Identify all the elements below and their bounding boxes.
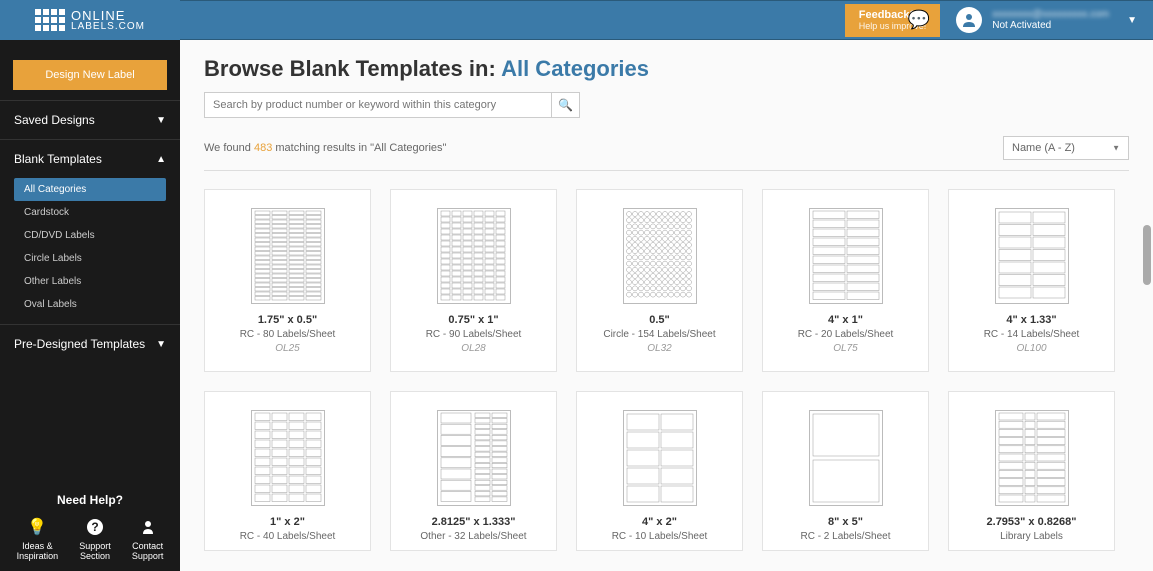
template-title: 4" x 1"	[773, 314, 918, 326]
sidebar-section-saved-designs[interactable]: Saved Designs ▼	[0, 101, 180, 139]
sidebar-section-label: Saved Designs	[14, 113, 95, 127]
svg-text:?: ?	[91, 520, 98, 534]
template-sub: Other - 32 Labels/Sheet	[401, 531, 546, 542]
design-new-label-button[interactable]: Design New Label	[13, 60, 167, 90]
template-sub: RC - 90 Labels/Sheet	[401, 329, 546, 340]
chevron-down-icon: ▼	[1112, 144, 1120, 153]
sidebar-section-predesigned[interactable]: Pre-Designed Templates ▼	[0, 325, 180, 363]
template-thumb	[587, 208, 732, 304]
content: Browse Blank Templates in: All Categorie…	[180, 40, 1153, 571]
sidebar-item-other[interactable]: Other Labels	[14, 270, 166, 293]
template-code: OL28	[401, 343, 546, 354]
template-thumb	[587, 410, 732, 506]
logo[interactable]: ONLINE LABELS.COM	[0, 0, 180, 40]
template-thumb	[959, 208, 1104, 304]
sidebar: Design New Label Saved Designs ▼ Blank T…	[0, 40, 180, 571]
template-code: OL100	[959, 343, 1104, 354]
feedback-button[interactable]: Feedback? Help us improve! 💬	[845, 4, 941, 37]
help-contact[interactable]: ContactSupport	[132, 517, 164, 561]
user-info: xxxxxxxx@xxxxxxxxx.com Not Activated	[992, 9, 1109, 31]
chevron-down-icon: ▼	[156, 339, 166, 350]
template-card[interactable]: 4" x 1.33" RC - 14 Labels/Sheet OL100	[948, 189, 1115, 372]
avatar-icon	[956, 7, 982, 33]
results-text: We found 483 matching results in "All Ca…	[204, 142, 446, 154]
template-sub: RC - 40 Labels/Sheet	[215, 531, 360, 542]
chevron-down-icon: ▼	[156, 115, 166, 126]
template-title: 8" x 5"	[773, 516, 918, 528]
sidebar-item-oval[interactable]: Oval Labels	[14, 293, 166, 316]
chevron-down-icon: ▼	[1127, 15, 1137, 26]
sidebar-section-label: Blank Templates	[14, 152, 102, 166]
template-sub: RC - 14 Labels/Sheet	[959, 329, 1104, 340]
template-card[interactable]: 2.8125" x 1.333" Other - 32 Labels/Sheet	[390, 391, 557, 551]
template-title: 2.7953" x 0.8268"	[959, 516, 1104, 528]
template-title: 0.5"	[587, 314, 732, 326]
template-title: 4" x 2"	[587, 516, 732, 528]
sort-value: Name (A - Z)	[1012, 142, 1075, 154]
template-sub: Library Labels	[959, 531, 1104, 542]
template-sub: RC - 20 Labels/Sheet	[773, 329, 918, 340]
search-button[interactable]: 🔍	[551, 93, 579, 117]
template-card[interactable]: 0.75" x 1" RC - 90 Labels/Sheet OL28	[390, 189, 557, 372]
help-ideas[interactable]: 💡 Ideas &Inspiration	[17, 517, 59, 561]
template-code: OL25	[215, 343, 360, 354]
logo-text: ONLINE LABELS.COM	[71, 9, 145, 32]
template-thumb	[215, 410, 360, 506]
template-card[interactable]: 4" x 1" RC - 20 Labels/Sheet OL75	[762, 189, 929, 372]
template-card[interactable]: 0.5" Circle - 154 Labels/Sheet OL32	[576, 189, 743, 372]
search-icon: 🔍	[558, 98, 573, 112]
template-title: 1.75" x 0.5"	[215, 314, 360, 326]
template-sub: RC - 80 Labels/Sheet	[215, 329, 360, 340]
scrollbar[interactable]	[1143, 225, 1151, 285]
template-sub: Circle - 154 Labels/Sheet	[587, 329, 732, 340]
template-thumb	[959, 410, 1104, 506]
user-email: xxxxxxxx@xxxxxxxxx.com	[992, 9, 1109, 20]
sidebar-help: Need Help? 💡 Ideas &Inspiration ? Suppor…	[0, 483, 180, 571]
template-code: OL75	[773, 343, 918, 354]
headset-icon	[138, 517, 158, 537]
sidebar-item-all-categories[interactable]: All Categories	[14, 178, 166, 201]
template-thumb	[773, 208, 918, 304]
template-sub: RC - 10 Labels/Sheet	[587, 531, 732, 542]
lightbulb-icon: 💡	[27, 517, 47, 537]
header: ONLINE LABELS.COM Feedback? Help us impr…	[0, 0, 1153, 40]
template-thumb	[401, 410, 546, 506]
question-icon: ?	[85, 517, 105, 537]
sidebar-item-cardstock[interactable]: Cardstock	[14, 201, 166, 224]
help-title: Need Help?	[0, 493, 180, 507]
search-input[interactable]	[205, 93, 551, 117]
help-support-section[interactable]: ? SupportSection	[79, 517, 111, 561]
sidebar-item-cddvd[interactable]: CD/DVD Labels	[14, 224, 166, 247]
template-card[interactable]: 8" x 5" RC - 2 Labels/Sheet	[762, 391, 929, 551]
template-card[interactable]: 4" x 2" RC - 10 Labels/Sheet	[576, 391, 743, 551]
template-thumb	[215, 208, 360, 304]
search-box: 🔍	[204, 92, 580, 118]
template-title: 4" x 1.33"	[959, 314, 1104, 326]
speech-bubble-icon: 💬	[908, 10, 930, 31]
user-status: Not Activated	[992, 20, 1109, 31]
template-thumb	[773, 410, 918, 506]
chevron-up-icon: ▲	[156, 154, 166, 165]
sidebar-item-circle[interactable]: Circle Labels	[14, 247, 166, 270]
template-title: 1" x 2"	[215, 516, 360, 528]
user-menu[interactable]: xxxxxxxx@xxxxxxxxx.com Not Activated ▼	[940, 7, 1153, 33]
sidebar-section-label: Pre-Designed Templates	[14, 337, 145, 351]
sort-select[interactable]: Name (A - Z) ▼	[1003, 136, 1129, 160]
template-card[interactable]: 1.75" x 0.5" RC - 80 Labels/Sheet OL25	[204, 189, 371, 372]
sidebar-section-blank-templates[interactable]: Blank Templates ▲	[0, 140, 180, 178]
template-title: 0.75" x 1"	[401, 314, 546, 326]
page-title: Browse Blank Templates in: All Categorie…	[204, 56, 1129, 82]
template-thumb	[401, 208, 546, 304]
template-title: 2.8125" x 1.333"	[401, 516, 546, 528]
template-card[interactable]: 1" x 2" RC - 40 Labels/Sheet	[204, 391, 371, 551]
template-card[interactable]: 2.7953" x 0.8268" Library Labels	[948, 391, 1115, 551]
logo-icon	[35, 9, 65, 31]
template-code: OL32	[587, 343, 732, 354]
template-sub: RC - 2 Labels/Sheet	[773, 531, 918, 542]
